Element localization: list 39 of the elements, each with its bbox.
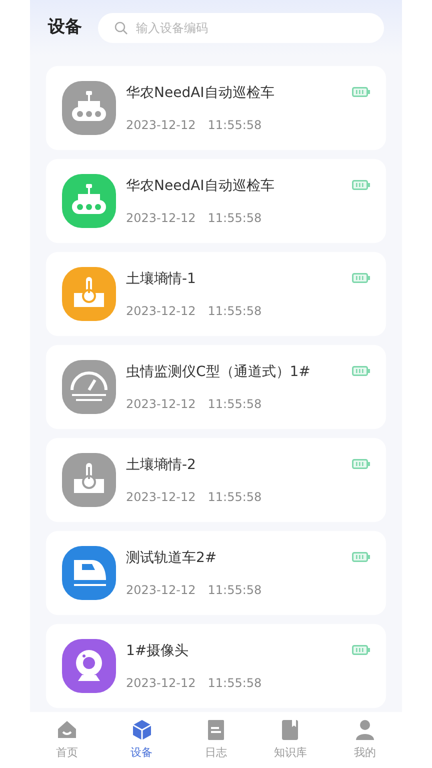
page-title: 设备 — [48, 16, 82, 40]
device-name: 土壤墒情-2 — [126, 456, 197, 474]
device-name: 土壤墒情-1 — [126, 270, 197, 288]
battery-icon — [352, 273, 370, 283]
device-name: 华农NeedAI自动巡检车 — [126, 84, 276, 102]
battery-icon — [352, 87, 370, 97]
device-time: 11:55:58 — [208, 582, 262, 598]
device-time: 11:55:58 — [208, 116, 262, 134]
device-date: 2023-12-12 — [126, 302, 196, 320]
battery-icon — [352, 645, 370, 655]
device-time: 11:55:58 — [208, 210, 262, 226]
device-time: 11:55:58 — [208, 302, 262, 320]
battery-icon — [352, 366, 370, 376]
device-name: 虫情监测仪C型（通道式）1# — [126, 362, 312, 382]
device-card[interactable]: 土壤墒情-1 2023-12-12 11:55:58 — [46, 252, 386, 336]
device-date: 2023-12-12 — [126, 488, 196, 506]
nav-tab[interactable]: 设备 — [104, 712, 179, 768]
device-time: 11:55:58 — [208, 396, 262, 412]
device-name: 华农NeedAI自动巡检车 — [126, 176, 276, 196]
device-time: 11:55:58 — [208, 488, 262, 506]
device-card[interactable]: 华农NeedAI自动巡检车 2023-12-12 11:55:58 — [46, 66, 386, 150]
device-date: 2023-12-12 — [126, 396, 196, 412]
device-name: 测试轨道车2# — [126, 548, 218, 568]
device-card[interactable]: 测试轨道车2# 2023-12-12 11:55:58 — [46, 531, 386, 615]
search-icon — [114, 21, 128, 35]
battery-icon — [352, 459, 370, 469]
device-card[interactable]: 土壤墒情-2 2023-12-12 11:55:58 — [46, 438, 386, 522]
device-date: 2023-12-12 — [126, 674, 196, 692]
device-date: 2023-12-12 — [126, 116, 196, 134]
device-card[interactable]: 1#摄像头 2023-12-12 11:55:58 — [46, 624, 386, 708]
search-field[interactable]: 输入设备编码 — [98, 13, 384, 43]
device-card[interactable]: 华农NeedAI自动巡检车 2023-12-12 11:55:58 — [46, 159, 386, 243]
device-date: 2023-12-12 — [126, 582, 196, 598]
device-name: 1#摄像头 — [126, 642, 190, 660]
battery-icon — [352, 180, 370, 190]
device-time: 11:55:58 — [208, 674, 262, 692]
battery-icon — [352, 552, 370, 562]
device-card[interactable]: 虫情监测仪C型（通道式）1# 2023-12-12 11:55:58 — [46, 345, 386, 429]
device-date: 2023-12-12 — [126, 210, 196, 226]
